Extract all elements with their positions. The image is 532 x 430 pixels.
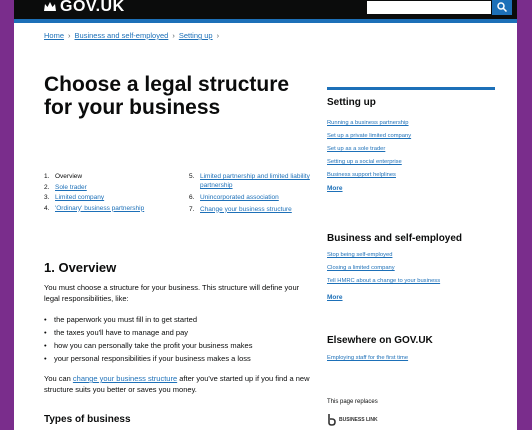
breadcrumb: Home › Business and self-employed › Setting …: [44, 31, 223, 40]
sidebar-link[interactable]: Tell HMRC about a change to your busines…: [327, 278, 440, 284]
business-link-logo: BUSINESS LINK: [327, 414, 378, 426]
sidebar-links-elsewhere: Employing staff for the first time: [327, 352, 408, 365]
contents-item-ordinary-partnership[interactable]: 4. 'Ordinary' business partnership: [44, 204, 174, 215]
govuk-logo-link[interactable]: GOV.UK: [44, 0, 125, 15]
overview-heading: 1. Overview: [44, 260, 117, 275]
contents-item-overview: 1. Overview: [44, 173, 83, 180]
contents-list-right: 5. Limited partnership and limited liabil…: [189, 172, 319, 216]
page-replaces-note: This page replaces: [327, 399, 378, 405]
chevron-right-icon: ›: [216, 31, 220, 40]
overview-intro: You must choose a structure for your bus…: [44, 283, 300, 303]
sidebar-link[interactable]: Stop being self-employed: [327, 252, 392, 258]
contents-list-left: 1. Overview 2. Sole trader 3. Limited compa…: [44, 172, 174, 214]
sidebar-link[interactable]: Employing staff for the first time: [327, 355, 408, 361]
breadcrumb-home[interactable]: Home: [44, 31, 64, 40]
sidebar-links-setting-up: Running a business partnership Set up a …: [327, 117, 411, 196]
contents-item-change-structure[interactable]: 7. Change your business structure: [189, 205, 319, 216]
list-item: how you can personally take the profit y…: [44, 339, 314, 352]
change-structure-paragraph: You can change your business structure a…: [44, 374, 310, 394]
sidebar-link[interactable]: Running a business partnership: [327, 120, 409, 126]
list-item: the paperwork you must fill in to get st…: [44, 313, 314, 326]
page-title: Choose a legal structure for your busine…: [44, 73, 290, 119]
business-link-icon: [328, 414, 336, 426]
sidebar-link[interactable]: Set up as a sole trader: [327, 146, 385, 152]
responsibilities-list: the paperwork you must fill in to get st…: [44, 313, 314, 365]
chevron-right-icon: ›: [172, 31, 175, 40]
sidebar-link[interactable]: Setting up a social enterprise: [327, 159, 402, 165]
sidebar-link[interactable]: Business support helplines: [327, 172, 396, 178]
business-link-text: BUSINESS LINK: [339, 416, 378, 423]
contents-item-unincorporated[interactable]: 6. Unincorporated association: [189, 193, 319, 204]
contents-item-limited-company[interactable]: 3. Limited company: [44, 193, 174, 204]
sidebar-link[interactable]: Closing a limited company: [327, 265, 395, 271]
sidebar-more-link[interactable]: More: [327, 294, 343, 301]
contents-item-limited-partnership[interactable]: 5. Limited partnership and limited liabil…: [189, 172, 319, 190]
sidebar-links-business: Stop being self-employed Closing a limit…: [327, 249, 440, 305]
search-button[interactable]: [492, 0, 512, 15]
sidebar-divider: [327, 87, 495, 90]
site-header: GOV.UK: [14, 0, 517, 23]
browser-page: GOV.UK Home › Business and self-employed › S…: [14, 0, 517, 430]
crown-icon: [44, 2, 56, 11]
breadcrumb-business[interactable]: Business and self-employed: [75, 31, 169, 40]
sidebar-heading-elsewhere: Elsewhere on GOV.UK: [327, 335, 433, 346]
search-icon: [497, 2, 507, 12]
related-sidebar: Setting up Running a business partnershi…: [327, 87, 495, 426]
breadcrumb-setting-up[interactable]: Setting up: [179, 31, 213, 40]
change-structure-link[interactable]: change your business structure: [73, 374, 177, 383]
list-item: the taxes you'll have to manage and pay: [44, 326, 314, 339]
list-item: your personal responsibilities if your b…: [44, 352, 314, 365]
sidebar-link[interactable]: Set up a private limited company: [327, 133, 411, 139]
chevron-right-icon: ›: [68, 31, 71, 40]
search-input[interactable]: [366, 0, 492, 15]
logo-text: GOV.UK: [60, 0, 125, 15]
sidebar-heading-business: Business and self-employed: [327, 233, 463, 244]
types-heading: Types of business: [44, 414, 131, 425]
sidebar-heading-setting-up: Setting up: [327, 97, 376, 108]
contents-item-sole-trader[interactable]: 2. Sole trader: [44, 183, 174, 194]
sidebar-more-link[interactable]: More: [327, 185, 343, 192]
